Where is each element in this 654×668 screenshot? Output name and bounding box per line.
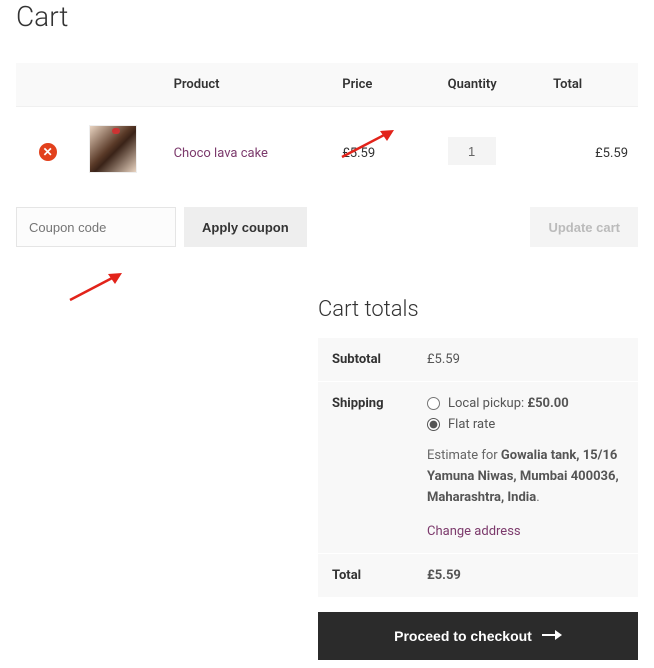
checkout-button-label: Proceed to checkout [394, 628, 532, 644]
shipping-label: Shipping [318, 382, 413, 554]
quantity-input[interactable] [448, 137, 496, 165]
cart-totals-table: Subtotal £5.59 Shipping Local pickup: £5… [318, 338, 638, 598]
coupon-code-input[interactable] [16, 207, 176, 247]
item-price: £5.59 [342, 146, 375, 161]
page-title: Cart [16, 0, 638, 33]
shipping-radio-local-pickup[interactable] [427, 397, 440, 410]
total-value: £5.59 [427, 568, 461, 583]
subtotal-value: £5.59 [413, 338, 638, 382]
product-thumbnail [89, 125, 137, 173]
cart-actions: Apply coupon Update cart [16, 207, 638, 247]
col-header-quantity: Quantity [438, 63, 543, 107]
total-label: Total [318, 554, 413, 598]
col-header-price: Price [332, 63, 437, 107]
arrow-right-icon [542, 628, 562, 644]
update-cart-button: Update cart [530, 207, 638, 247]
cart-table: Product Price Quantity Total ✕ Choco lav… [16, 63, 638, 195]
change-address-link[interactable]: Change address [427, 524, 521, 539]
remove-item-button[interactable]: ✕ [39, 143, 57, 161]
close-icon: ✕ [43, 145, 53, 159]
shipping-radio-flat-rate[interactable] [427, 418, 440, 431]
shipping-option-flat-rate[interactable]: Flat rate [427, 417, 624, 432]
shipping-estimate-text: Estimate for Gowalia tank, 15/16 Yamuna … [427, 446, 624, 508]
table-row: ✕ Choco lava cake £5.59 £5.59 [16, 107, 638, 196]
col-header-total: Total [543, 63, 638, 107]
col-header-product: Product [164, 63, 333, 107]
cart-totals-heading: Cart totals [318, 297, 638, 322]
proceed-to-checkout-button[interactable]: Proceed to checkout [318, 612, 638, 660]
shipping-option-label: Flat rate [448, 417, 495, 432]
product-name-link[interactable]: Choco lava cake [174, 146, 268, 161]
apply-coupon-button[interactable]: Apply coupon [184, 207, 307, 247]
cart-totals-section: Cart totals Subtotal £5.59 Shipping Loca… [318, 297, 638, 660]
shipping-option-local-pickup[interactable]: Local pickup: £50.00 [427, 396, 624, 411]
item-total: £5.59 [595, 146, 628, 161]
annotation-arrow-icon [66, 270, 126, 304]
subtotal-label: Subtotal [318, 338, 413, 382]
shipping-option-label: Local pickup: £50.00 [448, 396, 569, 411]
product-thumbnail-link[interactable] [89, 158, 137, 177]
